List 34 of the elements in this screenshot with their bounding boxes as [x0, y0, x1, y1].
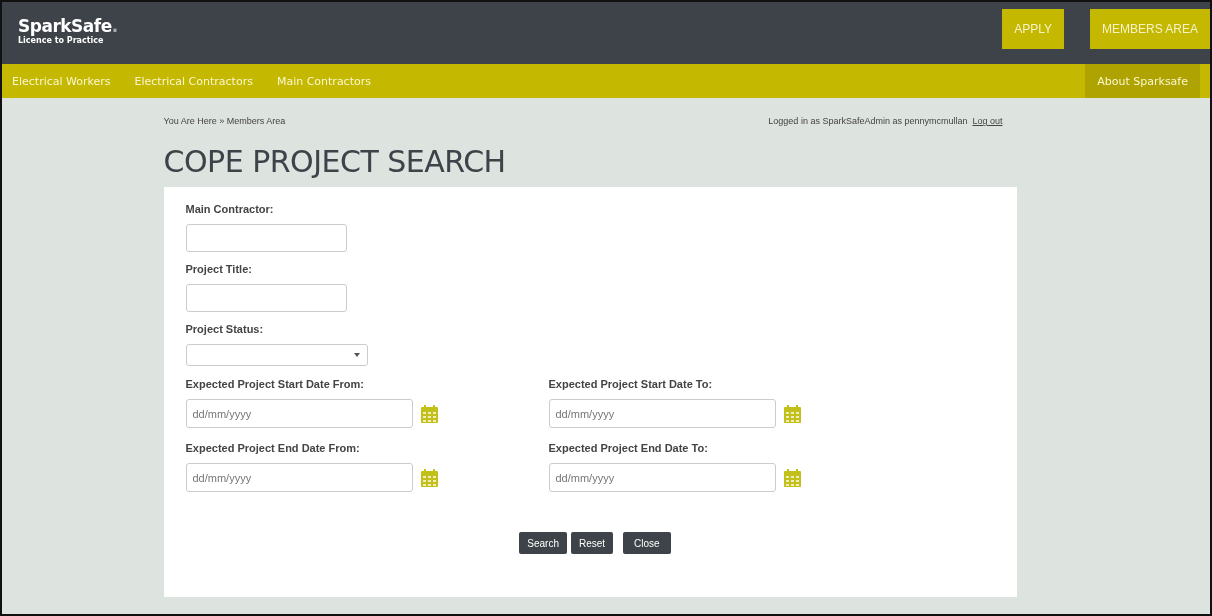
field-label: Expected Project End Date To:	[548, 442, 709, 454]
logout-link[interactable]: Log out	[972, 116, 1003, 126]
form-button[interactable]: Reset	[571, 532, 614, 554]
login-status: Logged in as SparkSafeAdmin as pennymcmullan	[768, 116, 968, 126]
nav-link[interactable]: Electrical Workers	[2, 64, 119, 98]
caret-icon	[353, 353, 360, 357]
nav-link[interactable]: Electrical Contractors	[124, 64, 261, 98]
logo-text[interactable]: SparkSafe.	[18, 17, 118, 35]
calendar-icon[interactable]	[420, 404, 438, 423]
text-field[interactable]	[185, 284, 347, 312]
text-field[interactable]	[185, 224, 347, 252]
form-button[interactable]: Search	[519, 532, 567, 554]
calendar-icon[interactable]	[783, 404, 801, 423]
field-label: Expected Project Start Date From:	[185, 378, 365, 390]
nav-link[interactable]: Main Contractors	[266, 64, 379, 98]
form-button[interactable]: Close	[623, 532, 671, 554]
field-label: Expected Project End Date From:	[185, 442, 361, 454]
field-label: Project Status:	[185, 323, 265, 335]
date-field[interactable]: dd/mm/yyyy	[185, 463, 413, 492]
logo-tagline: Licence to Practice	[18, 36, 104, 45]
date-field[interactable]: dd/mm/yyyy	[548, 463, 776, 492]
header-button[interactable]: MEMBERS AREA	[1089, 9, 1210, 49]
date-field[interactable]: dd/mm/yyyy	[185, 399, 413, 428]
field-label: Main Contractor:	[185, 203, 275, 215]
status-dropdown[interactable]	[185, 344, 368, 366]
calendar-icon[interactable]	[420, 468, 438, 487]
nav-link[interactable]: About Sparksafe	[1085, 64, 1200, 98]
date-field[interactable]: dd/mm/yyyy	[548, 399, 776, 428]
field-label: Project Title:	[185, 263, 253, 275]
page-title: COPE PROJECT SEARCH	[163, 144, 507, 179]
breadcrumb: You Are Here » Members Area	[163, 116, 286, 126]
field-label: Expected Project Start Date To:	[548, 378, 714, 390]
calendar-icon[interactable]	[783, 468, 801, 487]
header-button[interactable]: APPLY	[1002, 9, 1064, 49]
